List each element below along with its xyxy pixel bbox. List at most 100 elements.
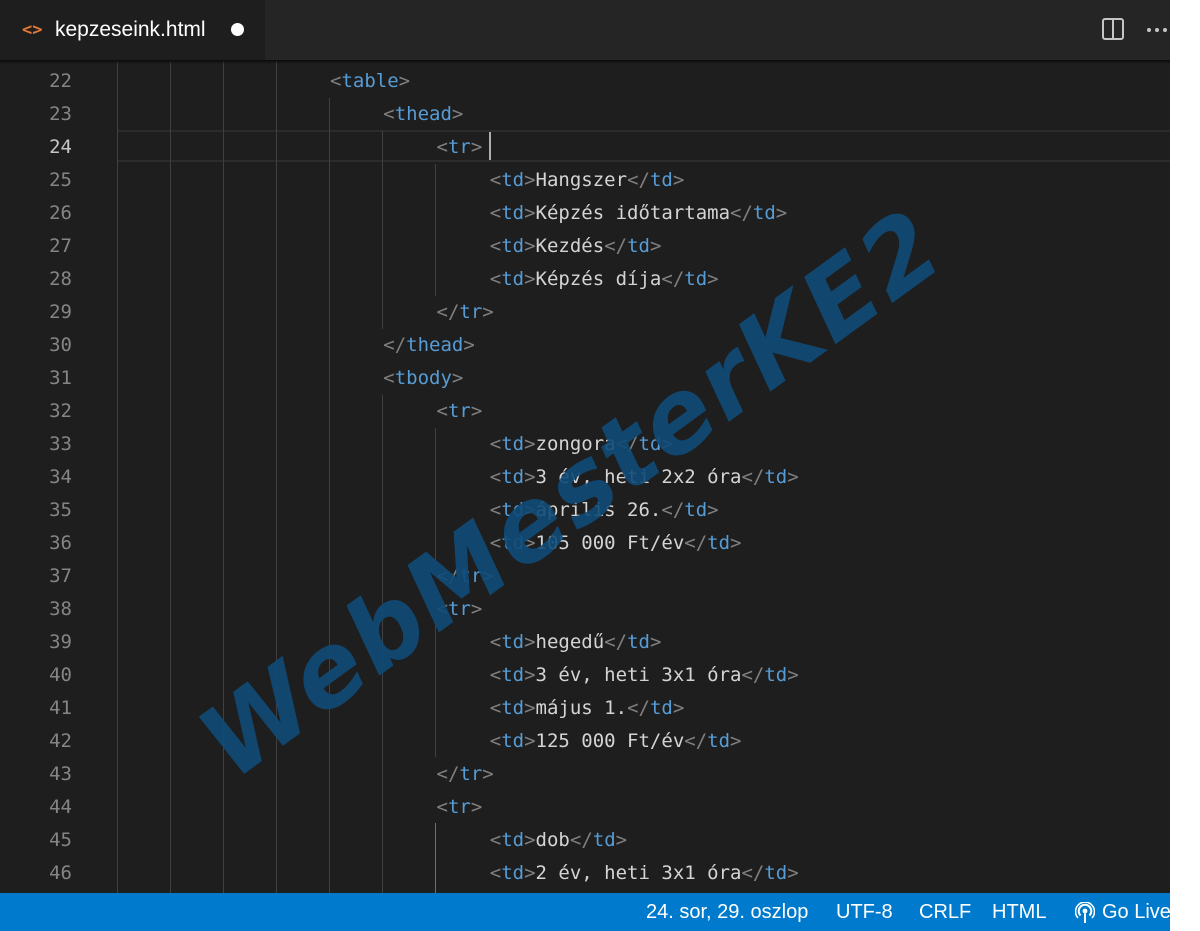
tag-bracket: <	[489, 730, 502, 752]
code-line[interactable]: <tr>	[437, 791, 483, 824]
tag-bracket: >	[787, 466, 799, 488]
tag-bracket: >	[451, 103, 464, 125]
tag-name: tbody	[394, 367, 452, 389]
tag-bracket: </	[684, 730, 708, 752]
go-live-button[interactable]: Go Live	[1102, 893, 1170, 931]
code-line[interactable]: <td>május 1.</td>	[490, 692, 685, 725]
more-actions-icon[interactable]	[1143, 16, 1170, 42]
tag-name: td	[764, 862, 788, 884]
tag-name: tr	[447, 598, 471, 620]
line-number: 30	[49, 334, 72, 356]
code-line[interactable]: <td>Hangszer</td>	[490, 164, 685, 197]
code-line[interactable]: <td>3 év, heti 3x1 óra</td>	[490, 659, 799, 692]
cell-text: április 26.	[535, 499, 662, 521]
code-line[interactable]: <td>április 26.</td>	[490, 494, 719, 527]
tag-bracket: >	[730, 730, 742, 752]
line-number: 46	[49, 862, 72, 884]
tag-bracket: >	[463, 334, 475, 356]
tag-bracket: >	[524, 169, 536, 191]
text-cursor	[489, 132, 491, 160]
code-line[interactable]: <tbody>	[383, 362, 463, 395]
code-line[interactable]: <table>	[330, 65, 410, 98]
indent-guide	[223, 60, 224, 893]
code-line[interactable]: <td>2 év, heti 3x1 óra</td>	[490, 857, 799, 890]
tab-filename: kepzeseink.html	[55, 18, 206, 41]
tag-bracket: >	[524, 862, 536, 884]
tag-bracket: <	[489, 169, 502, 191]
code-line[interactable]: <tr>	[437, 395, 483, 428]
code-line[interactable]: <thead>	[383, 98, 463, 131]
code-line[interactable]: <td>3 év, heti 2x2 óra</td>	[490, 461, 799, 494]
cell-text: 2 év, heti 3x1 óra	[535, 862, 742, 884]
code-line[interactable]: </tr>	[437, 560, 494, 593]
tag-bracket: >	[649, 631, 662, 653]
tag-name: td	[684, 268, 708, 290]
tag-name: tr	[447, 136, 471, 158]
cell-text: Képzés időtartama	[535, 202, 731, 224]
tag-bracket: <	[489, 433, 502, 455]
tag-name: td	[649, 169, 673, 191]
indent-guide	[435, 428, 436, 560]
tag-name: td	[501, 631, 525, 653]
line-number: 37	[49, 565, 72, 587]
code-line[interactable]: </tr>	[437, 296, 494, 329]
tag-name: table	[341, 70, 399, 92]
code-line[interactable]: </thead>	[383, 329, 475, 362]
tag-name: td	[764, 664, 788, 686]
tag-bracket: >	[524, 433, 536, 455]
code-line[interactable]: <td>105 000 Ft/év</td>	[490, 527, 742, 560]
line-number: 31	[49, 367, 72, 389]
code-line[interactable]: <td>hegedű</td>	[490, 626, 662, 659]
tag-bracket: >	[524, 202, 536, 224]
tag-bracket: <	[489, 268, 502, 290]
broadcast-icon	[1075, 902, 1095, 923]
code-line[interactable]: </tr>	[437, 758, 494, 791]
code-line[interactable]: <td>125 000 Ft/év</td>	[490, 725, 742, 758]
cell-text: május 1.	[535, 697, 628, 719]
code-line[interactable]: <td>Kezdés</td>	[490, 230, 662, 263]
tag-bracket: >	[730, 532, 742, 554]
code-line[interactable]: <td>zongora</td>	[490, 428, 673, 461]
tag-bracket: >	[672, 697, 685, 719]
tab-bar: <> kepzeseink.html	[0, 0, 1170, 60]
indent-guide	[276, 60, 277, 893]
tag-name: tr	[459, 763, 483, 785]
unsaved-dot-icon[interactable]	[231, 23, 244, 36]
cell-text: zongora	[535, 433, 616, 455]
code-line[interactable]: <td>Képzés időtartama</td>	[490, 197, 788, 230]
tag-bracket: >	[470, 796, 483, 818]
tag-name: td	[501, 664, 525, 686]
tag-name: tr	[459, 565, 483, 587]
line-number: 27	[49, 235, 72, 257]
line-number: 36	[49, 532, 72, 554]
code-line[interactable]: <td>dob</td>	[490, 824, 627, 857]
tag-bracket: </	[741, 466, 765, 488]
tag-bracket: >	[482, 565, 494, 587]
tag-bracket: </	[383, 334, 407, 356]
code-line[interactable]: <tr>	[437, 131, 483, 164]
tag-bracket: >	[524, 730, 536, 752]
code-editor[interactable]: 22 23 24 25 26 27 28 29 30 31 32 33 34 35 36 37 38 39 40 41…	[0, 60, 1170, 893]
language-mode-indicator[interactable]: HTML	[992, 893, 1046, 931]
code-line[interactable]: <tr>	[437, 593, 483, 626]
tag-bracket: >	[524, 235, 536, 257]
cursor-position-indicator[interactable]: 24. sor, 29. oszlop	[646, 893, 808, 931]
tag-bracket: <	[489, 862, 502, 884]
tag-bracket: </	[627, 169, 650, 191]
line-number: 41	[49, 697, 72, 719]
split-editor-icon[interactable]	[1100, 16, 1126, 42]
line-number: 23	[49, 103, 72, 125]
tag-bracket: >	[482, 763, 494, 785]
tag-bracket: >	[524, 268, 536, 290]
encoding-indicator[interactable]: UTF-8	[836, 893, 893, 931]
tab-kepzeseink-html[interactable]: <> kepzeseink.html	[0, 0, 265, 60]
current-line-highlight	[117, 130, 1170, 162]
tag-bracket: >	[787, 862, 799, 884]
tag-bracket: <	[330, 70, 342, 92]
code-line[interactable]: <td>Képzés díja</td>	[490, 263, 719, 296]
tag-bracket: <	[383, 367, 395, 389]
tag-bracket: >	[707, 268, 719, 290]
tag-name: td	[627, 631, 650, 653]
tag-bracket: </	[684, 532, 708, 554]
line-ending-indicator[interactable]: CRLF	[919, 893, 971, 931]
